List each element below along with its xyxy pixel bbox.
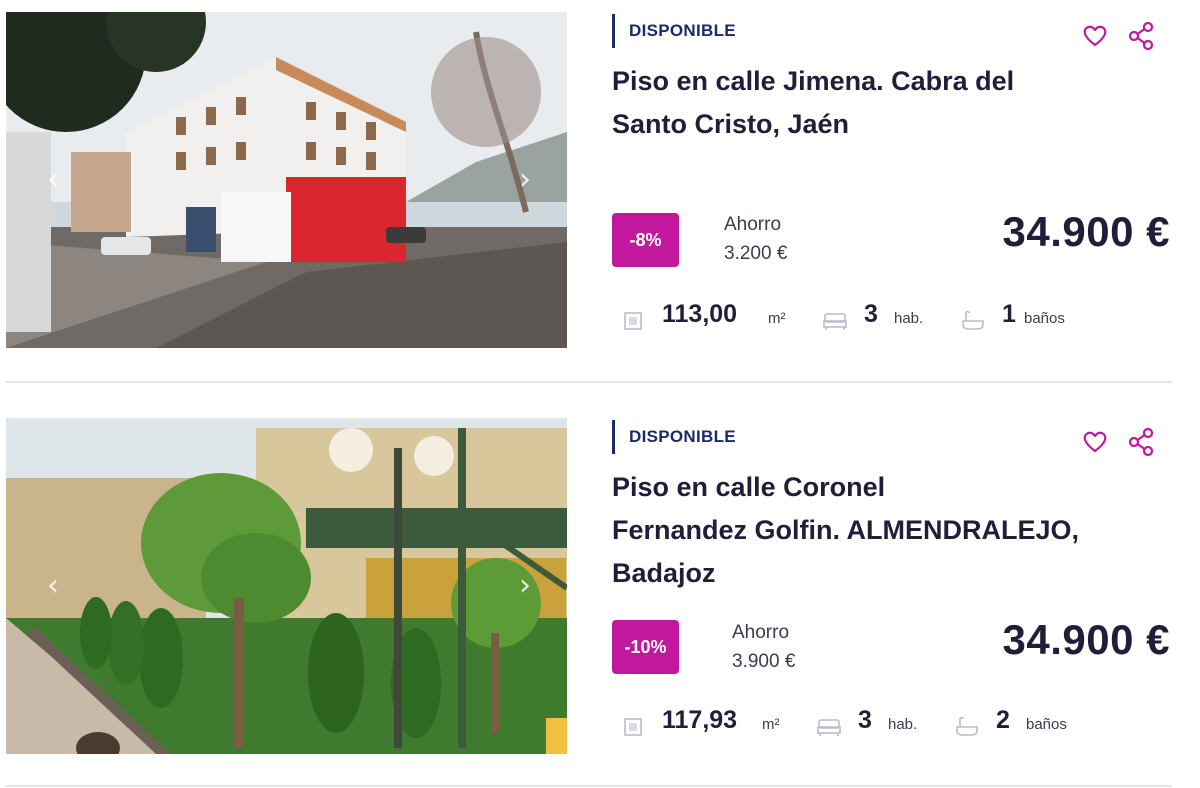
baths-value: 2 — [996, 706, 1010, 734]
chevron-left-icon[interactable]: ‹ — [38, 162, 68, 198]
share-icon[interactable] — [1126, 426, 1156, 458]
area-icon — [620, 308, 646, 332]
discount-badge: -10% — [612, 620, 679, 674]
divider — [6, 381, 1172, 383]
baths-unit: baños — [1024, 310, 1065, 327]
bed-icon — [822, 308, 848, 332]
card-actions — [1080, 20, 1160, 52]
bathtub-icon — [954, 714, 980, 738]
rooms-value: 3 — [864, 300, 878, 328]
card-actions — [1080, 426, 1160, 458]
title-line: Badajoz — [612, 558, 716, 588]
status-badge: DISPONIBLE — [612, 420, 736, 454]
share-icon[interactable] — [1126, 20, 1156, 52]
discount-badge: -8% — [612, 213, 679, 267]
chevron-left-icon[interactable]: ‹ — [38, 568, 68, 604]
property-title[interactable]: Piso en calle Coronel Fernandez Golfin. … — [612, 466, 1172, 595]
saving-label: Ahorro — [724, 214, 782, 235]
title-line: Santo Cristo, Jaén — [612, 109, 850, 139]
baths-value: 1 — [1002, 300, 1016, 328]
title-line: Piso en calle Coronel — [612, 472, 886, 502]
divider — [6, 785, 1172, 787]
price: 34.900 € — [1002, 208, 1170, 255]
area-value: 113,00 — [662, 300, 738, 328]
area-icon — [620, 714, 646, 738]
baths-unit: baños — [1026, 716, 1067, 733]
heart-icon[interactable] — [1080, 20, 1110, 52]
rooms-value: 3 — [858, 706, 872, 734]
title-line: Fernandez Golfin. ALMENDRALEJO, — [612, 515, 1080, 545]
area-unit: m² — [768, 310, 786, 327]
chevron-right-icon[interactable]: › — [510, 568, 540, 604]
chevron-right-icon[interactable]: › — [510, 162, 540, 198]
bed-icon — [816, 714, 842, 738]
area-unit: m² — [762, 716, 780, 733]
property-card[interactable]: ‹ › DISPONIBLE Piso en calle Jimena. Cab… — [0, 0, 1200, 394]
property-title[interactable]: Piso en calle Jimena. Cabra del Santo Cr… — [612, 60, 1172, 146]
property-photo[interactable]: ‹ › — [6, 418, 567, 754]
property-photo[interactable]: ‹ › — [6, 12, 567, 348]
heart-icon[interactable] — [1080, 426, 1110, 458]
garden-photo-image — [6, 418, 567, 754]
property-card[interactable]: ‹ › DISPONIBLE Piso en calle Coronel Fer… — [0, 406, 1200, 788]
building-photo-image — [6, 12, 567, 348]
bathtub-icon — [960, 308, 986, 332]
saving-label: Ahorro — [732, 622, 790, 643]
rooms-unit: hab. — [888, 716, 918, 733]
price: 34.900 € — [1002, 616, 1170, 663]
saving-amount: 3.200 € — [724, 243, 788, 264]
area-value: 117,93 — [662, 706, 738, 734]
title-line: Piso en calle Jimena. Cabra del — [612, 66, 1015, 96]
status-badge: DISPONIBLE — [612, 14, 736, 48]
saving-info: Ahorro 3.200 € — [724, 210, 787, 268]
saving-amount: 3.900 € — [732, 651, 796, 672]
rooms-unit: hab. — [894, 310, 924, 327]
saving-info: Ahorro 3.900 € — [732, 618, 795, 676]
